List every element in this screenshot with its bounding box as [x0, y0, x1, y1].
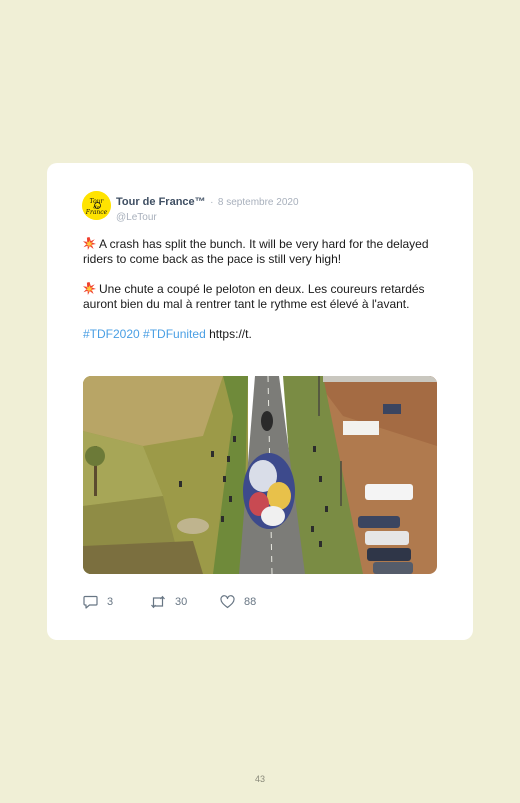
page-number: 43: [254, 774, 265, 784]
tour-de-france-logo-icon: Tour de France: [82, 191, 111, 220]
retweet-count: 30: [175, 596, 188, 608]
like-count: 88: [244, 596, 257, 608]
tweet-photo[interactable]: [83, 376, 437, 574]
retweet-icon: [151, 595, 165, 609]
reply-count: 3: [107, 596, 114, 608]
separator: ·: [210, 197, 214, 208]
reply-action[interactable]: 3: [83, 595, 113, 609]
peloton-aerial-photo: [83, 376, 437, 574]
avatar[interactable]: Tour de France: [82, 191, 111, 220]
author-handle[interactable]: @LeTour: [116, 212, 299, 223]
tweet-link[interactable]: https://t.: [209, 327, 252, 341]
paragraph-french: Une chute a coupé le peloton en deux. Le…: [83, 282, 433, 312]
hashtag-tdfunited[interactable]: #TDFunited: [143, 327, 206, 341]
svg-text:France: France: [85, 209, 108, 216]
reply-icon: [83, 595, 98, 609]
collision-icon: [83, 237, 96, 250]
tweet-date[interactable]: 8 septembre 2020: [218, 197, 299, 208]
heart-icon: [220, 595, 235, 609]
tweet-body: A crash has split the bunch. It will be …: [83, 237, 433, 357]
collision-icon: [83, 282, 96, 295]
hashtag-tdf2020[interactable]: #TDF2020: [83, 327, 140, 341]
paragraph-french-text: Une chute a coupé le peloton en deux. Le…: [83, 282, 425, 311]
like-action[interactable]: 88: [220, 595, 256, 609]
author-block: Tour de France™ · 8 septembre 2020 @LeTo…: [116, 192, 299, 223]
paragraph-english-text: A crash has split the bunch. It will be …: [83, 237, 429, 266]
paragraph-english: A crash has split the bunch. It will be …: [83, 237, 433, 267]
tags-line: #TDF2020 #TDFunited https://t.: [83, 327, 433, 342]
tweet-card: Tour de France Tour de France™ · 8 septe…: [47, 163, 473, 640]
retweet-action[interactable]: 30: [150, 595, 187, 609]
author-name[interactable]: Tour de France™: [116, 196, 206, 208]
